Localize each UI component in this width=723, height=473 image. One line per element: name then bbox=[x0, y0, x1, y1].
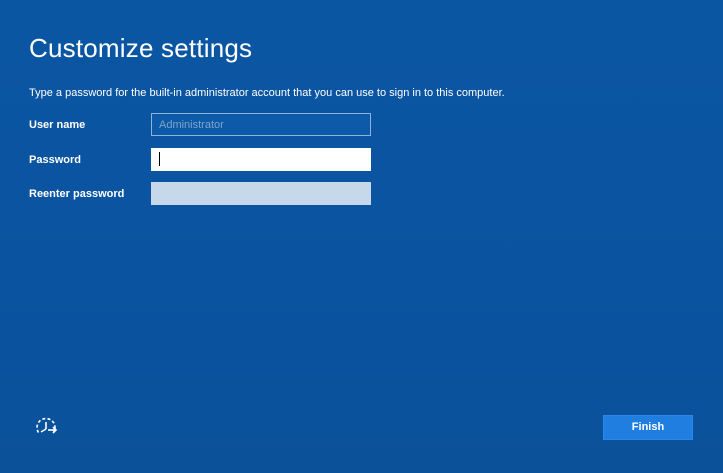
reenter-password-field[interactable] bbox=[151, 182, 371, 205]
text-cursor bbox=[159, 152, 160, 166]
password-field[interactable] bbox=[151, 148, 371, 171]
reenter-password-label: Reenter password bbox=[29, 188, 125, 200]
customize-settings-page: Customize settings Type a password for t… bbox=[0, 0, 723, 473]
page-title: Customize settings bbox=[29, 33, 253, 63]
ease-of-access-button[interactable] bbox=[32, 414, 60, 442]
user-name-field bbox=[151, 113, 371, 136]
finish-button[interactable]: Finish bbox=[603, 415, 693, 440]
password-label: Password bbox=[29, 154, 81, 166]
ease-of-access-icon bbox=[36, 417, 58, 434]
page-instructions: Type a password for the built-in adminis… bbox=[29, 87, 505, 99]
user-name-label: User name bbox=[29, 119, 86, 131]
